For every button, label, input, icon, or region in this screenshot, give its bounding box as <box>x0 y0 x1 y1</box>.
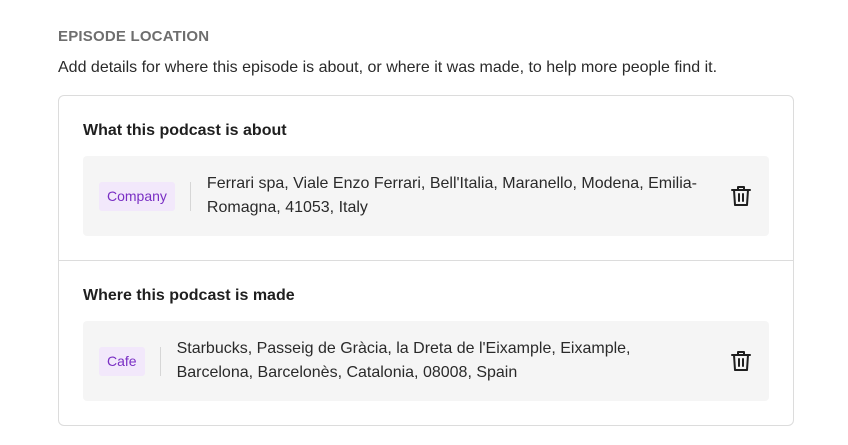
about-location-row: Company Ferrari spa, Viale Enzo Ferrari,… <box>83 156 769 236</box>
made-location-block: Where this podcast is made Cafe Starbuck… <box>59 260 793 425</box>
section-description: Add details for where this episode is ab… <box>58 59 718 76</box>
made-location-row: Cafe Starbucks, Passeig de Gràcia, la Dr… <box>83 321 769 401</box>
tag-divider <box>159 346 161 376</box>
trash-icon[interactable] <box>729 349 753 373</box>
made-title: Where this podcast is made <box>83 287 295 304</box>
about-location-block: What this podcast is about Company Ferra… <box>59 96 793 260</box>
section-title: EPISODE LOCATION <box>58 28 210 45</box>
about-category-tag: Company <box>99 181 175 211</box>
about-title: What this podcast is about <box>83 122 287 139</box>
location-card: What this podcast is about Company Ferra… <box>58 95 794 426</box>
trash-icon[interactable] <box>729 184 753 208</box>
made-address: Starbucks, Passeig de Gràcia, la Dreta d… <box>176 340 631 381</box>
tag-divider <box>189 181 191 211</box>
made-category-tag: Cafe <box>99 346 145 376</box>
episode-location-section: EPISODE LOCATION Add details for where t… <box>58 28 794 426</box>
about-address: Ferrari spa, Viale Enzo Ferrari, Bell'It… <box>206 175 697 216</box>
